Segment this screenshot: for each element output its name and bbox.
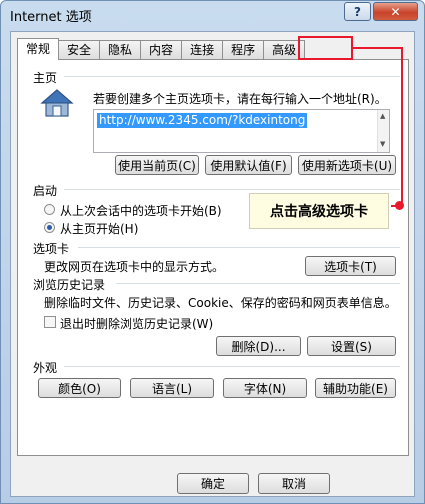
tabs-divider bbox=[78, 247, 400, 248]
general-panel: 主页 若要创建多个主页选项卡，请在每行输入一个地址(R)。 http://www… bbox=[17, 59, 409, 456]
homepage-url-field[interactable]: http://www.2345.com/?kdexintong ▲ ▼ bbox=[93, 109, 390, 153]
homepage-url-value: http://www.2345.com/?kdexintong bbox=[97, 113, 308, 128]
tabs-settings-button[interactable]: 选项卡(T) bbox=[305, 256, 396, 276]
tab-general[interactable]: 常规 bbox=[17, 38, 60, 60]
appearance-divider bbox=[64, 366, 400, 367]
homepage-description: 若要创建多个主页选项卡，请在每行输入一个地址(R)。 bbox=[93, 92, 387, 106]
fonts-button[interactable]: 字体(N) bbox=[223, 378, 307, 398]
callout-connector-top bbox=[353, 47, 403, 49]
help-button[interactable]: ? bbox=[344, 2, 371, 21]
ok-button[interactable]: 确定 bbox=[177, 473, 249, 494]
use-current-button[interactable]: 使用当前页(C) bbox=[115, 155, 199, 175]
advanced-tab-highlight bbox=[298, 36, 353, 60]
tab-security[interactable]: 安全 bbox=[58, 40, 101, 60]
tab-connections[interactable]: 连接 bbox=[181, 40, 224, 60]
tab-strip: 常规 安全 隐私 内容 连接 程序 高级 bbox=[17, 38, 306, 60]
appearance-group-label: 外观 bbox=[33, 361, 58, 375]
colors-button[interactable]: 颜色(O) bbox=[38, 378, 121, 398]
startup-last-session-label: 从上次会话中的选项卡开始(B) bbox=[60, 204, 222, 218]
history-group-label: 浏览历史记录 bbox=[33, 278, 106, 292]
use-new-tab-button[interactable]: 使用新选项卡(U) bbox=[298, 155, 396, 175]
homepage-group-label: 主页 bbox=[33, 71, 58, 85]
homepage-divider bbox=[64, 76, 400, 77]
close-button[interactable]: ✕ bbox=[373, 2, 418, 21]
callout-dot-icon bbox=[395, 201, 404, 210]
callout-box: 点击高级选项卡 bbox=[249, 193, 389, 229]
startup-homepage-radio[interactable] bbox=[44, 222, 55, 233]
scroll-up-icon[interactable]: ▲ bbox=[380, 112, 385, 120]
startup-divider bbox=[64, 189, 400, 190]
dialog-client: 常规 安全 隐私 内容 连接 程序 高级 主页 若要创建多个主页选项卡，请在每行… bbox=[10, 31, 415, 497]
accessibility-button[interactable]: 辅助功能(E) bbox=[315, 378, 396, 398]
callout-connector-vertical bbox=[401, 47, 403, 207]
scroll-down-icon[interactable]: ▼ bbox=[380, 140, 385, 148]
title-bar: Internet 选项 ? ✕ bbox=[1, 1, 424, 29]
house-icon bbox=[40, 89, 74, 117]
startup-homepage-label: 从主页开始(H) bbox=[60, 222, 139, 236]
delete-on-exit-label: 退出时删除浏览历史记录(W) bbox=[60, 317, 214, 331]
delete-on-exit-checkbox[interactable] bbox=[44, 316, 56, 328]
tabs-description: 更改网页在选项卡中的显示方式。 bbox=[44, 260, 225, 274]
history-divider bbox=[116, 283, 400, 284]
internet-options-window: Internet 选项 ? ✕ 常规 安全 隐私 内容 连接 程序 高级 主页 … bbox=[0, 0, 425, 504]
tab-content[interactable]: 内容 bbox=[140, 40, 183, 60]
window-title: Internet 选项 bbox=[10, 10, 92, 25]
startup-last-session-radio[interactable] bbox=[44, 204, 55, 215]
tab-privacy[interactable]: 隐私 bbox=[99, 40, 142, 60]
history-description: 删除临时文件、历史记录、Cookie、保存的密码和网页表单信息。 bbox=[44, 296, 397, 310]
delete-history-button[interactable]: 删除(D)... bbox=[216, 336, 301, 356]
languages-button[interactable]: 语言(L) bbox=[130, 378, 214, 398]
cancel-button[interactable]: 取消 bbox=[258, 473, 330, 494]
startup-group-label: 启动 bbox=[33, 184, 58, 198]
tab-programs[interactable]: 程序 bbox=[222, 40, 265, 60]
tabs-group-label: 选项卡 bbox=[33, 242, 70, 256]
url-scrollbar[interactable]: ▲ ▼ bbox=[377, 110, 389, 152]
use-default-button[interactable]: 使用默认值(F) bbox=[205, 155, 292, 175]
history-settings-button[interactable]: 设置(S) bbox=[307, 336, 396, 356]
